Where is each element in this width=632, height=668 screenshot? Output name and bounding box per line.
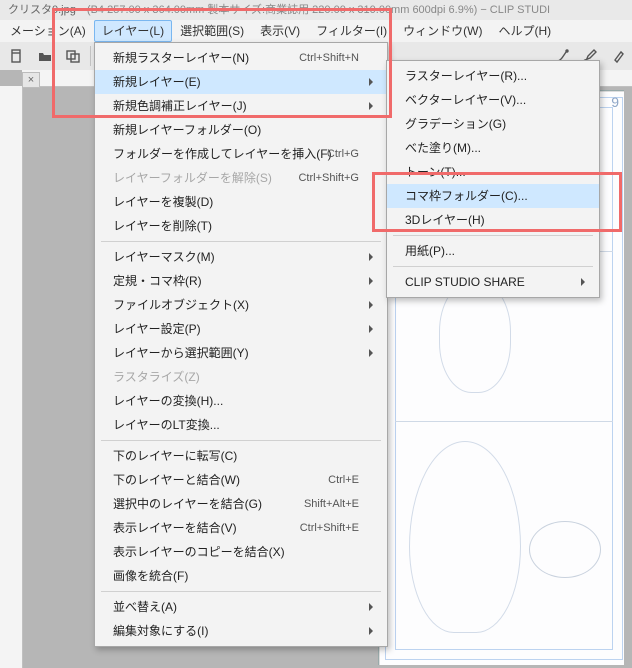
menu-sep xyxy=(393,235,593,236)
menu-sep xyxy=(101,241,381,242)
open-icon[interactable] xyxy=(32,44,58,68)
mi-insert-into-folder[interactable]: フォルダーを作成してレイヤーを挿入(F)Ctrl+G xyxy=(95,142,387,166)
smi-vector[interactable]: ベクターレイヤー(V)... xyxy=(387,88,599,112)
page-number: 9 xyxy=(611,95,619,110)
title-bar: クリスタ0.jpg (B4 257.00 x 364.00mm 製本サイズ:商業… xyxy=(0,0,632,21)
smi-3d[interactable]: 3Dレイヤー(H) xyxy=(387,208,599,232)
mi-convert-layer[interactable]: レイヤーの変換(H)... xyxy=(95,389,387,413)
menu-sep xyxy=(101,591,381,592)
mi-lt-convert[interactable]: レイヤーのLT変換... xyxy=(95,413,387,437)
mi-set-target[interactable]: 編集対象にする(I) xyxy=(95,619,387,643)
toolbar-sep xyxy=(90,46,91,66)
smi-fill[interactable]: べた塗り(M)... xyxy=(387,136,599,160)
mi-merge-selected[interactable]: 選択中のレイヤーを結合(G)Shift+Alt+E xyxy=(95,492,387,516)
smi-tone[interactable]: トーン(T)... xyxy=(387,160,599,184)
mi-ruler-frame[interactable]: 定規・コマ枠(R) xyxy=(95,269,387,293)
mi-ungroup-folder[interactable]: レイヤーフォルダーを解除(S)Ctrl+Shift+G xyxy=(95,166,387,190)
mi-layer-settings[interactable]: レイヤー設定(P) xyxy=(95,317,387,341)
document-filename: クリスタ0.jpg xyxy=(0,0,84,20)
close-tab-button[interactable]: × xyxy=(22,72,40,88)
menu-window[interactable]: ウィンドウ(W) xyxy=(395,20,490,42)
menu-select[interactable]: 選択範囲(S) xyxy=(172,20,252,42)
menu-view[interactable]: 表示(V) xyxy=(252,20,308,42)
mi-delete[interactable]: レイヤーを削除(T) xyxy=(95,214,387,238)
smi-share[interactable]: CLIP STUDIO SHARE xyxy=(387,270,599,294)
mi-merge-down[interactable]: 下のレイヤーと結合(W)Ctrl+E xyxy=(95,468,387,492)
ruler-vertical xyxy=(0,86,23,668)
menu-layer[interactable]: レイヤー(L) xyxy=(94,20,172,42)
menu-animation[interactable]: メーション(A) xyxy=(2,20,94,42)
mi-transfer-down[interactable]: 下のレイヤーに転写(C) xyxy=(95,444,387,468)
overlay-icon[interactable] xyxy=(60,44,86,68)
mi-rasterize[interactable]: ラスタライズ(Z) xyxy=(95,365,387,389)
mi-selection-from[interactable]: レイヤーから選択範囲(Y) xyxy=(95,341,387,365)
mi-file-object[interactable]: ファイルオブジェクト(X) xyxy=(95,293,387,317)
doc-icon[interactable] xyxy=(4,44,30,68)
menu-bar: メーション(A) レイヤー(L) 選択範囲(S) 表示(V) フィルター(I) … xyxy=(0,20,632,43)
mi-merge-visible-copy[interactable]: 表示レイヤーのコピーを結合(X) xyxy=(95,540,387,564)
mi-new-layer[interactable]: 新規レイヤー(E) xyxy=(95,70,387,94)
menu-filter[interactable]: フィルター(I) xyxy=(308,20,395,42)
smi-raster[interactable]: ラスターレイヤー(R)... xyxy=(387,64,599,88)
mi-merge-visible[interactable]: 表示レイヤーを結合(V)Ctrl+Shift+E xyxy=(95,516,387,540)
new-layer-submenu: ラスターレイヤー(R)... ベクターレイヤー(V)... グラデーション(G)… xyxy=(386,60,600,298)
smi-gradient[interactable]: グラデーション(G) xyxy=(387,112,599,136)
menu-sep xyxy=(101,440,381,441)
smi-paper[interactable]: 用紙(P)... xyxy=(387,239,599,263)
menu-sep xyxy=(393,266,593,267)
mi-sort[interactable]: 並べ替え(A) xyxy=(95,595,387,619)
smi-frame-folder[interactable]: コマ枠フォルダー(C)... xyxy=(387,184,599,208)
mi-new-adjust[interactable]: 新規色調補正レイヤー(J) xyxy=(95,94,387,118)
app-window: { "title": { "filename": "クリスタ0.jpg", "m… xyxy=(0,0,632,668)
mi-flatten[interactable]: 画像を統合(F) xyxy=(95,564,387,588)
mi-layer-mask[interactable]: レイヤーマスク(M) xyxy=(95,245,387,269)
layer-menu: 新規ラスターレイヤー(N)Ctrl+Shift+N 新規レイヤー(E) 新規色調… xyxy=(94,42,388,647)
marker-icon[interactable] xyxy=(606,44,632,68)
document-meta: (B4 257.00 x 364.00mm 製本サイズ:商業誌用 220.00 … xyxy=(87,4,550,16)
mi-duplicate[interactable]: レイヤーを複製(D) xyxy=(95,190,387,214)
menu-help[interactable]: ヘルプ(H) xyxy=(491,20,560,42)
mi-new-folder[interactable]: 新規レイヤーフォルダー(O) xyxy=(95,118,387,142)
mi-new-raster[interactable]: 新規ラスターレイヤー(N)Ctrl+Shift+N xyxy=(95,46,387,70)
